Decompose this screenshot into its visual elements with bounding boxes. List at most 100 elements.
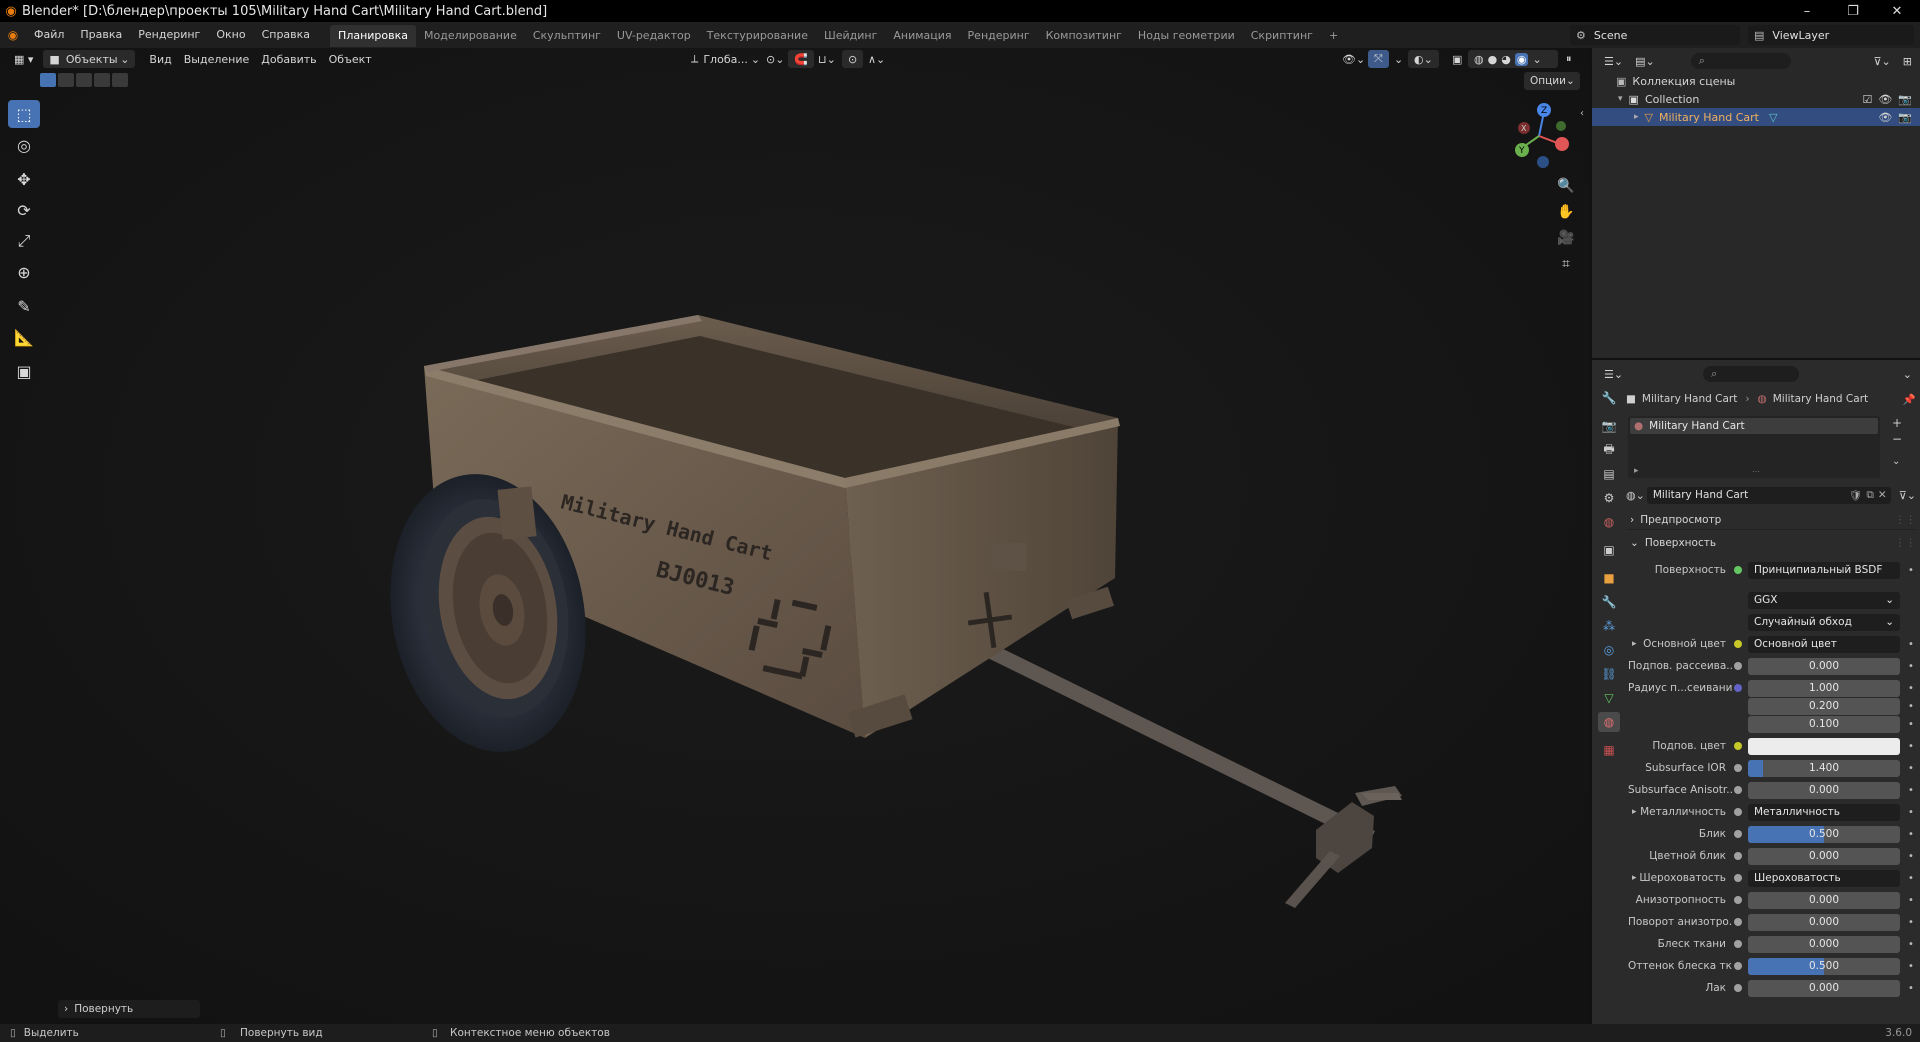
cursor-icon[interactable]: ◎ [8, 131, 40, 159]
keyframe-icon[interactable]: • [1904, 939, 1918, 950]
expand-arrow-icon[interactable]: ▸ [1632, 873, 1637, 883]
sidebar-toggle-icon[interactable]: ‹ [1580, 108, 1584, 119]
menu-item[interactable]: Правка [72, 22, 130, 48]
workspace-tab[interactable]: Шейдинг [816, 25, 885, 47]
world-icon[interactable]: ◍ [1598, 512, 1620, 532]
3d-viewport[interactable]: Military Hand Cart BJ0013 [0, 48, 1590, 1024]
node-filter-icon[interactable]: ⊽⌄ [1899, 489, 1916, 502]
expand-arrow-icon[interactable]: ▸ [1634, 112, 1639, 122]
add-slot-icon[interactable]: + [1892, 416, 1902, 430]
workspace-tab[interactable]: Композитинг [1038, 25, 1130, 47]
pin-icon[interactable]: 📌 [1903, 393, 1916, 406]
keyframe-icon[interactable]: • [1904, 895, 1918, 906]
number-field[interactable]: 0.000 [1748, 657, 1900, 675]
socket-icon[interactable] [1734, 896, 1742, 904]
outliner-object-row[interactable]: ▸ ▽ Military Hand Cart ▽ 👁 📷 [1592, 108, 1920, 126]
socket-icon[interactable] [1734, 662, 1742, 670]
keyframe-icon[interactable]: • [1904, 701, 1918, 712]
property-dropdown[interactable]: Случайный обход ⌄ [1748, 613, 1900, 631]
workspace-tab[interactable]: Текстурирование [699, 25, 816, 47]
data-icon[interactable]: ▽ [1598, 688, 1620, 708]
particles-icon[interactable]: ⁂ [1598, 616, 1620, 636]
number-field[interactable]: 0.500 [1748, 957, 1900, 975]
duplicate-icon[interactable]: ⧉ [1866, 489, 1874, 502]
solid-shading-icon[interactable]: ● [1488, 53, 1498, 66]
socket-icon[interactable] [1734, 684, 1742, 692]
scale-icon[interactable]: ⤢ [8, 227, 40, 255]
number-field[interactable]: 0.500 [1748, 825, 1900, 843]
viewport-menu-item[interactable]: Добавить [255, 50, 322, 68]
number-field[interactable]: 1.400 [1748, 759, 1900, 777]
keyframe-icon[interactable]: • [1904, 719, 1918, 730]
socket-icon[interactable] [1734, 786, 1742, 794]
xray-icon[interactable]: ▣ [1446, 50, 1468, 68]
slot-menu-icon[interactable]: ⌄ [1892, 456, 1900, 467]
physics-icon[interactable]: ◎ [1598, 640, 1620, 660]
texture-icon[interactable]: ▦ [1598, 740, 1620, 760]
material-name-field[interactable]: Military Hand Cart 🛡 ⧉ ✕ [1646, 486, 1891, 504]
number-field[interactable]: 0.000 [1748, 781, 1900, 799]
keyframe-icon[interactable]: • [1904, 829, 1918, 840]
socket-icon[interactable] [1734, 808, 1742, 816]
keyframe-icon[interactable]: • [1904, 785, 1918, 796]
outliner-collection[interactable]: ▾ ▣ Collection ☑ 👁 📷 [1592, 90, 1920, 108]
minimize-button[interactable]: – [1784, 0, 1830, 22]
pan-hand-icon[interactable]: ✋ [1554, 200, 1578, 224]
display-mode-icon[interactable]: ▤⌄ [1629, 52, 1661, 70]
linked-input-field[interactable]: Металличность [1748, 803, 1900, 821]
mode-dropdown[interactable]: ■ Объекты ⌄ [43, 50, 136, 68]
expand-arrow-icon[interactable]: ▾ [1618, 94, 1623, 104]
number-field[interactable]: 0.000 [1748, 979, 1900, 997]
number-field[interactable]: 0.200 [1748, 697, 1900, 715]
viewport-menu-item[interactable]: Объект [323, 50, 378, 68]
drag-handle-icon[interactable]: ⋮⋮ [1895, 514, 1916, 526]
material-shading-icon[interactable]: ◕ [1501, 53, 1511, 66]
eye-icon[interactable]: 👁 [1878, 111, 1892, 124]
unlink-icon[interactable]: ✕ [1878, 489, 1887, 501]
number-field[interactable]: 0.000 [1748, 913, 1900, 931]
output-icon[interactable]: 🖶 [1598, 440, 1620, 460]
filter-icon[interactable]: ⊽⌄ [1868, 52, 1897, 70]
socket-icon[interactable] [1734, 640, 1742, 648]
snap-target-icon[interactable]: ⊔⌄ [812, 50, 842, 68]
workspace-tab[interactable]: Ноды геометрии [1130, 25, 1243, 47]
socket-icon[interactable] [1734, 852, 1742, 860]
keyframe-icon[interactable]: • [1904, 661, 1918, 672]
menu-item[interactable]: Рендеринг [130, 22, 208, 48]
select-extend-icon[interactable] [58, 73, 74, 87]
surface-panel-header[interactable]: ⌄ Поверхность ⋮⋮ [1626, 533, 1916, 553]
outliner-search[interactable]: ⌕ [1690, 53, 1791, 69]
socket-icon[interactable] [1734, 962, 1742, 970]
checkbox-icon[interactable]: ☑ [1862, 93, 1872, 106]
chevron-down-icon[interactable]: ⌄ [1903, 368, 1912, 381]
menu-item[interactable]: Окно [208, 22, 253, 48]
preview-panel-header[interactable]: › Предпросмотр ⋮⋮ [1626, 510, 1916, 530]
gizmo-menu-icon[interactable]: ⌄ [1388, 50, 1409, 68]
fake-user-icon[interactable]: 🛡 [1849, 489, 1862, 502]
viewport-menu-item[interactable]: Выделение [178, 50, 256, 68]
render-icon[interactable]: 📷 [1598, 416, 1620, 436]
shading-menu-icon[interactable]: ⌄ [1532, 53, 1541, 66]
material-browse-icon[interactable]: ◍⌄ [1626, 489, 1645, 502]
navigation-gizmo[interactable]: Z Y X [1508, 100, 1570, 172]
workspace-tab[interactable]: Рендеринг [960, 25, 1038, 47]
workspace-tab[interactable]: Моделирование [416, 25, 525, 47]
number-field[interactable]: 0.000 [1748, 935, 1900, 953]
workspace-tab[interactable]: Скульптинг [525, 25, 609, 47]
outliner-editor-type-icon[interactable]: ☰⌄ [1598, 52, 1629, 70]
expand-arrow-icon[interactable]: ▸ [1632, 807, 1637, 817]
object-icon[interactable]: ■ [1598, 568, 1620, 588]
gizmo-toggle-icon[interactable]: ⤧ [1368, 50, 1389, 68]
keyframe-icon[interactable]: • [1904, 873, 1918, 884]
socket-icon[interactable] [1734, 742, 1742, 750]
pivot-icon[interactable]: ⊙⌄ [760, 50, 790, 68]
close-button[interactable]: ✕ [1874, 0, 1920, 22]
socket-icon[interactable] [1734, 764, 1742, 772]
measure-icon[interactable]: 📐 [8, 323, 40, 351]
menu-item[interactable]: Файл [26, 22, 72, 48]
scene-selector[interactable]: ⚙ Scene [1570, 25, 1740, 45]
keyframe-icon[interactable]: • [1904, 851, 1918, 862]
move-icon[interactable]: ✥ [8, 165, 40, 193]
mesh-data-icon[interactable]: ▽ [1769, 111, 1777, 124]
blender-menu-icon[interactable]: ◉ [0, 28, 26, 42]
